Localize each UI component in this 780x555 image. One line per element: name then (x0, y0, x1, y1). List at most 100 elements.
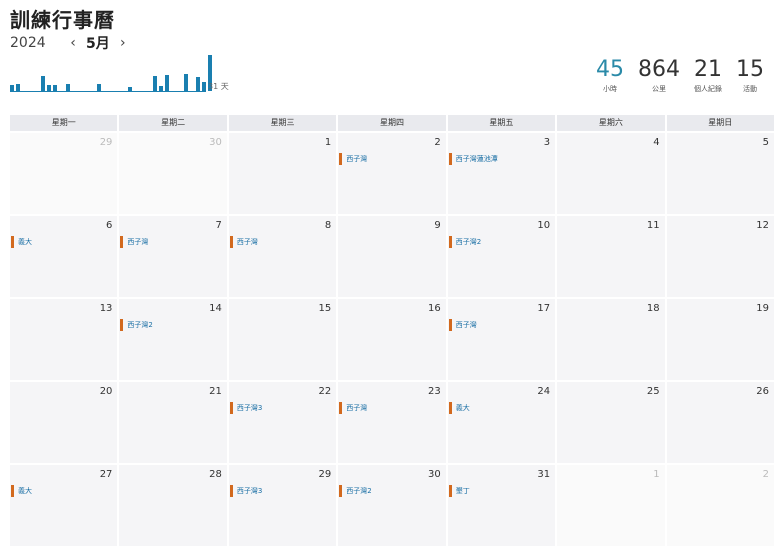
stat-records: 21 個人紀錄 (694, 58, 722, 94)
calendar-day-cell[interactable]: 8 西子灣 (228, 216, 337, 297)
month-navigation: ‹ 5月 › (68, 33, 128, 53)
calendar-weekday-header: 星期一 星期二 星期三 星期四 星期五 星期六 星期日 (10, 115, 774, 131)
day-number: 4 (653, 137, 660, 148)
day-number: 20 (99, 386, 113, 397)
calendar-day-cell[interactable]: 12 (666, 216, 774, 297)
page-title: 訓練行事曆 (10, 8, 115, 32)
day-number: 27 (99, 469, 113, 480)
calendar-day-cell[interactable]: 5 (666, 133, 774, 214)
day-number: 16 (427, 303, 441, 314)
calendar-day-cell[interactable]: 29 (10, 133, 118, 214)
day-number: 29 (318, 469, 332, 480)
day-number: 24 (537, 386, 551, 397)
calendar-day-cell[interactable]: 13 (10, 299, 118, 380)
calendar-day-cell[interactable]: 1 (228, 133, 337, 214)
day-number: 14 (209, 303, 222, 314)
calendar-day-cell[interactable]: 7 西子灣 (119, 216, 227, 297)
calendar-day-cell[interactable]: 3 西子灣蓮池潭 (447, 133, 556, 214)
day-number: 5 (762, 137, 769, 148)
calendar-day-cell[interactable]: 29 西子灣3 (228, 465, 337, 546)
sparkline-bar (16, 84, 21, 91)
calendar-day-cell[interactable]: 16 (338, 299, 446, 380)
day-number: 3 (543, 137, 551, 148)
day-number: 8 (324, 220, 332, 231)
calendar-day-cell[interactable]: 18 (557, 299, 665, 380)
calendar-event[interactable]: 義大 (11, 485, 32, 497)
calendar-day-cell[interactable]: 9 (338, 216, 446, 297)
calendar-day-cell[interactable]: 27 義大 (10, 465, 118, 546)
calendar-day-cell[interactable]: 10 西子灣2 (447, 216, 556, 297)
activity-sparkline (10, 52, 213, 92)
calendar: 星期一 星期二 星期三 星期四 星期五 星期六 星期日 29 30 1 2 西子灣 3 西子灣蓮池潭 4 5… (10, 115, 774, 546)
sparkline-bar (196, 77, 200, 91)
stat-distance: 864 公里 (638, 58, 680, 94)
weekday-header: 星期六 (557, 115, 665, 131)
calendar-day-cell[interactable]: 26 (666, 382, 774, 463)
stat-hours: 45 小時 (596, 58, 624, 94)
calendar-day-cell[interactable]: 30 (119, 133, 227, 214)
sparkline-bar (158, 86, 163, 91)
day-number: 28 (209, 469, 222, 480)
day-number: 30 (427, 469, 441, 480)
stat-records-label: 個人紀錄 (694, 85, 722, 93)
day-number: 15 (318, 303, 332, 314)
calendar-event[interactable]: 西子灣 (229, 236, 258, 248)
calendar-event[interactable]: 西子灣蓮池潭 (448, 153, 498, 165)
calendar-day-cell[interactable]: 1 (557, 465, 665, 546)
calendar-day-cell[interactable]: 30 西子灣2 (338, 465, 446, 546)
calendar-event[interactable]: 西子灣3 (229, 485, 262, 497)
weekday-header: 星期日 (666, 115, 774, 131)
day-number: 17 (537, 303, 551, 314)
weekday-header: 星期四 (338, 115, 446, 131)
calendar-event[interactable]: 西子灣2 (339, 485, 372, 497)
calendar-day-cell[interactable]: 17 西子灣 (447, 299, 556, 380)
calendar-day-cell[interactable]: 24 義大 (447, 382, 556, 463)
calendar-event[interactable]: 墾丁 (448, 485, 470, 497)
day-number: 9 (434, 220, 441, 231)
sparkline-bar (127, 87, 132, 91)
day-number: 31 (537, 469, 551, 480)
calendar-event[interactable]: 西子灣 (120, 236, 148, 248)
calendar-day-cell[interactable]: 21 (119, 382, 227, 463)
calendar-day-cell[interactable]: 15 (228, 299, 337, 380)
stat-hours-value: 45 (596, 57, 624, 82)
calendar-day-cell[interactable]: 14 西子灣2 (119, 299, 227, 380)
calendar-day-cell[interactable]: 20 (10, 382, 118, 463)
calendar-event[interactable]: 西子灣 (339, 153, 367, 165)
day-number: 11 (646, 220, 660, 231)
stat-activities-value: 15 (736, 57, 764, 82)
calendar-day-cell[interactable]: 31 墾丁 (447, 465, 556, 546)
calendar-event[interactable]: 義大 (448, 402, 470, 414)
day-number: 1 (324, 137, 332, 148)
sparkline-bar (152, 76, 157, 91)
day-number: 10 (537, 220, 551, 231)
month-label: 5月 (86, 36, 110, 52)
calendar-event[interactable]: 西子灣 (448, 319, 477, 331)
calendar-day-cell[interactable]: 2 (666, 465, 774, 546)
calendar-day-cell[interactable]: 23 西子灣 (338, 382, 446, 463)
calendar-day-cell[interactable]: 28 (119, 465, 227, 546)
calendar-event[interactable]: 西子灣2 (448, 236, 481, 248)
calendar-day-cell[interactable]: 2 西子灣 (338, 133, 446, 214)
sparkline-bar (47, 85, 52, 91)
day-number: 7 (215, 220, 222, 231)
chevron-left-icon[interactable]: ‹ (68, 35, 78, 51)
stat-activities: 15 活動 (736, 58, 764, 94)
sparkline-days-label: 31 天 (208, 82, 229, 91)
calendar-day-cell[interactable]: 4 (557, 133, 665, 214)
calendar-day-cell[interactable]: 6 義大 (10, 216, 118, 297)
day-number: 2 (762, 469, 769, 480)
calendar-event[interactable]: 義大 (11, 236, 32, 248)
calendar-day-cell[interactable]: 19 (666, 299, 774, 380)
calendar-event[interactable]: 西子灣3 (229, 402, 262, 414)
calendar-day-cell[interactable]: 11 (557, 216, 665, 297)
calendar-day-cell[interactable]: 25 (557, 382, 665, 463)
day-number: 29 (99, 137, 113, 148)
calendar-day-cell[interactable]: 22 西子灣3 (228, 382, 337, 463)
chevron-right-icon[interactable]: › (118, 35, 128, 51)
calendar-event[interactable]: 西子灣 (339, 402, 367, 414)
calendar-event[interactable]: 西子灣2 (120, 319, 153, 331)
day-number: 22 (318, 386, 332, 397)
calendar-grid: 29 30 1 2 西子灣 3 西子灣蓮池潭 4 5 6 義大 7 西子灣 8 西子灣 9 10 西子灣2 11 12… (10, 133, 774, 546)
stat-records-value: 21 (694, 57, 722, 82)
